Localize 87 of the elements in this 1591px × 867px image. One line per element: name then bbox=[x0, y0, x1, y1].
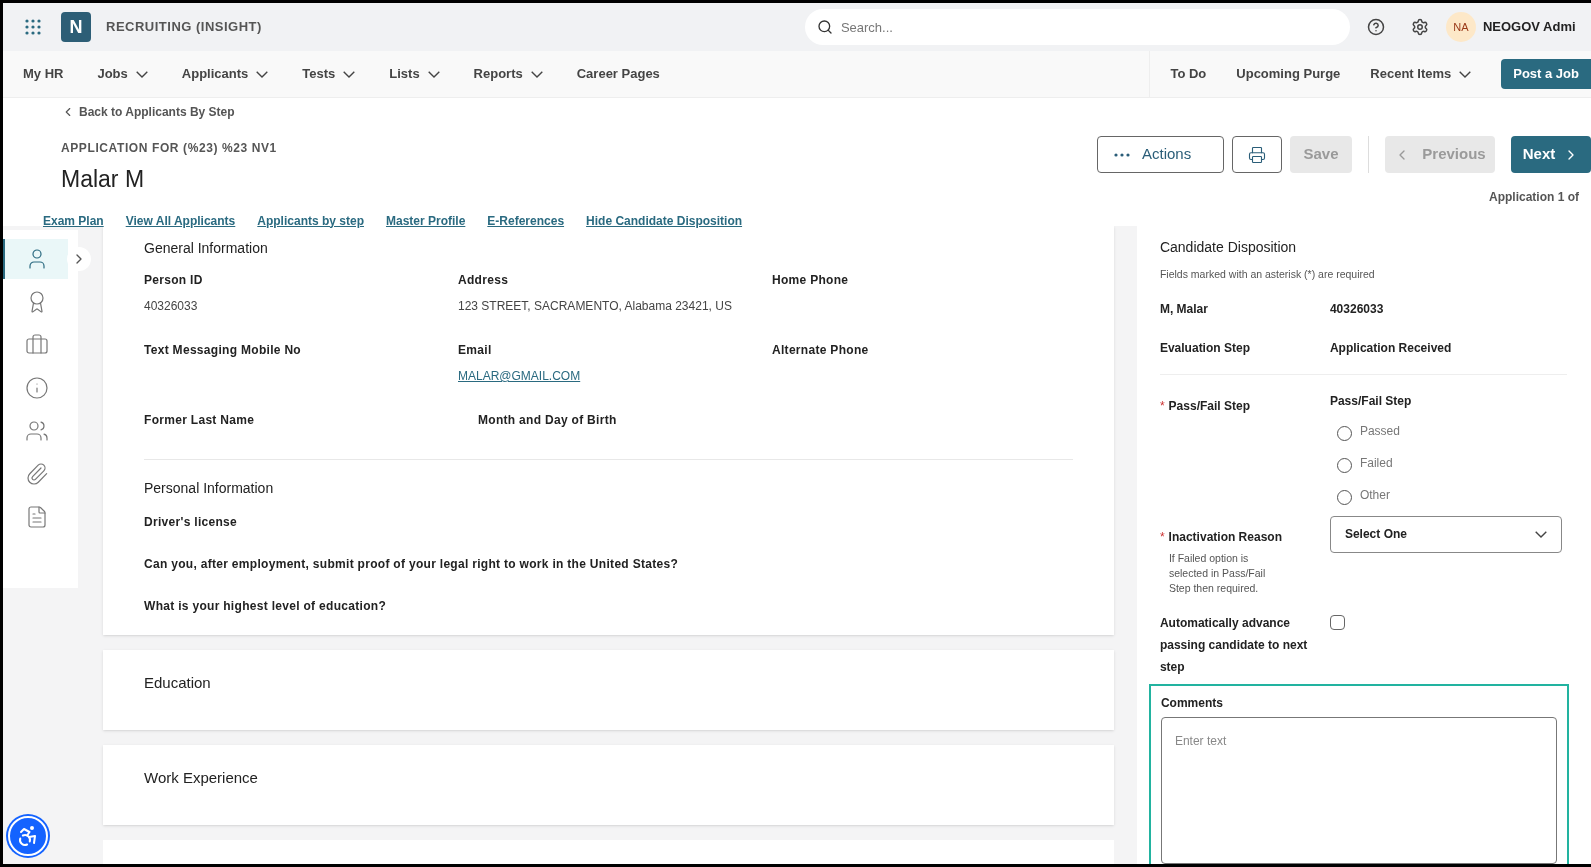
required-asterisk: * bbox=[1159, 397, 1165, 415]
post-job-button[interactable]: Post a Job bbox=[1501, 59, 1591, 89]
field-label: M, Malar bbox=[1159, 300, 1209, 318]
field-label: Former Last Name bbox=[144, 412, 256, 429]
radio-option[interactable]: Other bbox=[1336, 485, 1412, 505]
back-link[interactable]: Back to Applicants By Step bbox=[61, 103, 743, 121]
section-title: Personal Information bbox=[144, 479, 275, 498]
search-field[interactable]: Search... bbox=[804, 9, 1350, 45]
application-counter: Application 1 of bbox=[1489, 189, 1580, 206]
required-asterisk: * bbox=[1159, 528, 1165, 546]
required-note: Fields marked with an asterisk (*) are required bbox=[1159, 267, 1376, 282]
next-button[interactable]: Next bbox=[1511, 136, 1591, 173]
people-icon bbox=[25, 418, 49, 443]
nav-item[interactable]: Career Pages bbox=[576, 64, 660, 84]
page-link[interactable]: Master Profile bbox=[386, 211, 466, 230]
page-link[interactable]: Applicants by step bbox=[257, 211, 364, 230]
field-value: Application Received bbox=[1329, 339, 1452, 357]
actions-button[interactable]: Actions bbox=[1097, 136, 1224, 173]
section-title: Work Experience bbox=[144, 768, 259, 788]
nav-item[interactable]: Tests bbox=[302, 64, 356, 84]
nav-item[interactable]: Jobs bbox=[97, 64, 148, 84]
nav-item[interactable]: Upcoming Purge bbox=[1236, 64, 1341, 84]
field-label: Person ID bbox=[144, 272, 204, 289]
nav-item[interactable]: Reports bbox=[473, 64, 543, 84]
field-hint: If Failed option is selected in Pass/Fail Step then required. bbox=[1167, 550, 1267, 596]
page-subtitle: APPLICATION FOR (%23) %23 NV1 bbox=[61, 140, 278, 157]
app-grid-icon[interactable] bbox=[25, 19, 41, 35]
field-label: Pass/Fail Step bbox=[1168, 397, 1250, 415]
reason-dropdown[interactable]: Select One bbox=[1329, 515, 1562, 553]
field-label: Pass/Fail Step bbox=[1329, 392, 1412, 410]
field-value: 123 STREET, SACRAMENTO, Alabama 23421, US bbox=[458, 298, 733, 315]
app-logo: N bbox=[61, 12, 91, 42]
field-label: Home Phone bbox=[772, 272, 850, 289]
chevron-down-icon bbox=[1459, 70, 1472, 78]
field-label: Email bbox=[458, 342, 493, 359]
section-title: Education bbox=[144, 673, 212, 693]
field-label: Alternate Phone bbox=[772, 342, 870, 359]
chevron-down-icon bbox=[1534, 530, 1547, 538]
user-name[interactable]: NEOGOV Admi bbox=[1482, 17, 1576, 37]
field-label: Inactivation Reason bbox=[1168, 528, 1282, 546]
chevron-down-icon bbox=[343, 70, 356, 78]
page-link[interactable]: Hide Candidate Disposition bbox=[586, 211, 743, 230]
field-label: Address bbox=[458, 272, 510, 289]
more-icon bbox=[1114, 152, 1130, 157]
user-avatar[interactable]: NA bbox=[1445, 12, 1476, 42]
chevron-down-icon bbox=[256, 70, 269, 78]
page-link[interactable]: Exam Plan bbox=[43, 211, 104, 230]
question-text: What is your highest level of education? bbox=[144, 598, 388, 615]
field-label: Text Messaging Mobile No bbox=[144, 342, 302, 359]
question-text: Can you, after employment, submit proof of your legal right to work in the United States? bbox=[144, 556, 680, 573]
settings-icon[interactable] bbox=[1410, 18, 1429, 36]
field-label: Month and Day of Birth bbox=[478, 412, 618, 429]
nav-item[interactable]: Recent Items bbox=[1370, 64, 1472, 84]
search-icon bbox=[816, 19, 833, 35]
nav-item[interactable]: My HR bbox=[23, 64, 64, 84]
field-value: 40326033 bbox=[144, 298, 199, 315]
checkbox-label: Automatically advance passing candidate to next step bbox=[1159, 614, 1309, 676]
print-button[interactable] bbox=[1232, 136, 1282, 173]
accessibility-button[interactable] bbox=[8, 816, 48, 856]
chevron-down-icon bbox=[135, 70, 148, 78]
question-text: Driver's license bbox=[144, 514, 239, 531]
chevron-down-icon bbox=[530, 70, 543, 78]
briefcase-icon bbox=[25, 332, 49, 357]
app-title: RECRUITING (INSIGHT) bbox=[106, 18, 262, 37]
nav-item[interactable]: To Do bbox=[1170, 64, 1207, 84]
email-link[interactable]: MALAR@GMAIL.COM bbox=[458, 367, 581, 385]
printer-icon bbox=[1248, 145, 1266, 164]
sidebar-tab[interactable] bbox=[3, 238, 68, 279]
document-icon bbox=[25, 504, 49, 529]
field-label: Evaluation Step bbox=[1159, 339, 1251, 357]
paperclip-icon bbox=[25, 461, 49, 486]
radio-option[interactable]: Failed bbox=[1336, 453, 1412, 473]
panel-title: Candidate Disposition bbox=[1159, 238, 1298, 257]
info-icon bbox=[25, 375, 49, 400]
nav-item[interactable]: Lists bbox=[389, 64, 440, 84]
comments-field[interactable]: Enter text bbox=[1160, 716, 1557, 864]
page-link[interactable]: E-References bbox=[487, 211, 565, 230]
nav-item[interactable]: Applicants bbox=[181, 64, 269, 84]
field-value: 40326033 bbox=[1329, 300, 1384, 318]
candidate-name: Malar M bbox=[61, 165, 146, 194]
radio-option[interactable]: Passed bbox=[1336, 421, 1412, 441]
checkbox[interactable] bbox=[1329, 614, 1345, 630]
field-label: Comments bbox=[1160, 694, 1224, 712]
help-icon[interactable] bbox=[1366, 18, 1385, 36]
chevron-down-icon bbox=[427, 70, 440, 78]
section-title: General Information bbox=[144, 239, 269, 258]
page-link[interactable]: View All Applicants bbox=[125, 211, 236, 230]
